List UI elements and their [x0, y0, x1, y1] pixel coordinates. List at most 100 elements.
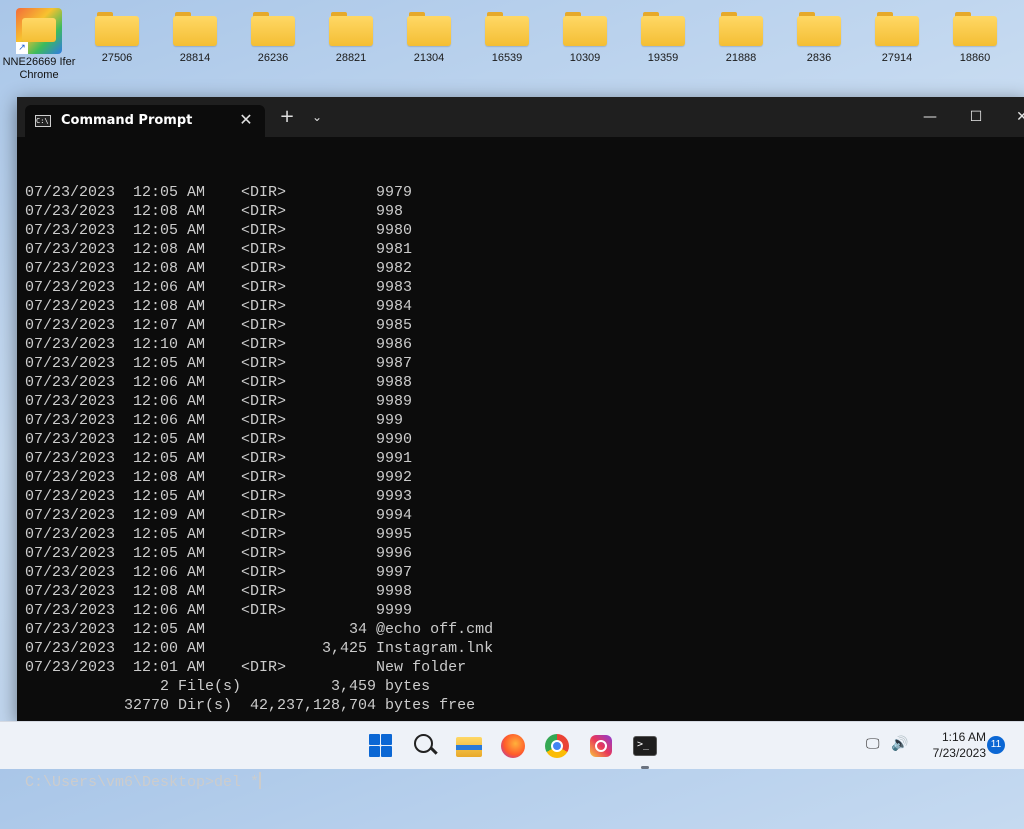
- folder-icon: [719, 12, 763, 46]
- folder-label: 16539: [491, 52, 523, 64]
- console-line: 07/23/2023 12:05 AM <DIR> 9987: [25, 355, 413, 372]
- firefox-button[interactable]: [498, 731, 528, 761]
- folder-icon: [485, 12, 529, 46]
- console-line: 07/23/2023 12:06 AM <DIR> 9997: [25, 564, 413, 581]
- desktop-folder[interactable]: 27914: [860, 6, 934, 64]
- start-button[interactable]: [366, 731, 396, 761]
- console-line: 07/23/2023 12:05 AM 34 @echo off.cmd: [25, 621, 494, 638]
- console-line: 2 File(s) 3,459 bytes: [25, 678, 431, 695]
- folder-label: 10309: [569, 52, 601, 64]
- search-button[interactable]: [410, 731, 440, 761]
- terminal-icon: >_: [633, 736, 657, 756]
- close-window-button[interactable]: ✕: [999, 103, 1024, 131]
- console-line: 07/23/2023 12:01 AM <DIR> New folder: [25, 659, 467, 676]
- notification-badge[interactable]: 11: [987, 736, 1005, 754]
- chrome-shortcut[interactable]: ↗ NNE26669 Ifer Chrome: [2, 6, 76, 82]
- tab-command-prompt[interactable]: C:\ Command Prompt ✕: [25, 105, 265, 137]
- chrome-icon: [545, 734, 569, 758]
- folder-label: 19359: [647, 52, 679, 64]
- desktop-folder[interactable]: 26236: [236, 6, 310, 64]
- console-line: 07/23/2023 12:05 AM <DIR> 9979: [25, 184, 413, 201]
- console-line: 07/23/2023 12:06 AM <DIR> 9983: [25, 279, 413, 296]
- desktop-icons: ↗ NNE26669 Ifer Chrome 27506 28814 26236…: [0, 0, 1024, 96]
- instagram-icon: [590, 735, 612, 757]
- folder-label: 27506: [101, 52, 133, 64]
- console-line: 32770 Dir(s) 42,237,128,704 bytes free: [25, 697, 476, 714]
- console-line: 07/23/2023 12:08 AM <DIR> 9998: [25, 583, 413, 600]
- maximize-button[interactable]: ☐: [953, 103, 999, 131]
- folder-icon: [251, 12, 295, 46]
- folder-label: 2836: [806, 52, 832, 64]
- folder-label: 21888: [725, 52, 757, 64]
- desktop-folder[interactable]: 28821: [314, 6, 388, 64]
- taskbar: >_ 🖵 🔊 1:16 AM 7/23/2023 11: [0, 721, 1024, 769]
- console-lines: 07/23/2023 12:05 AM <DIR> 9979 07/23/2023…: [25, 183, 1015, 715]
- desktop-folder[interactable]: 27506: [80, 6, 154, 64]
- clock[interactable]: 1:16 AM 7/23/2023: [916, 729, 986, 761]
- console-line: 07/23/2023 12:07 AM <DIR> 9985: [25, 317, 413, 334]
- console-output[interactable]: 07/23/2023 12:05 AM <DIR> 9979 07/23/2023…: [25, 145, 1015, 791]
- shortcut-arrow-icon: ↗: [16, 42, 28, 54]
- console-line: 07/23/2023 12:08 AM <DIR> 9982: [25, 260, 413, 277]
- desktop-folder[interactable]: 19359: [626, 6, 700, 64]
- folder-icon: [95, 12, 139, 46]
- command-prompt-window: C:\ Command Prompt ✕ + ⌄ — ☐ ✕ 07/23/202…: [17, 97, 1024, 791]
- folder-icon: [329, 12, 373, 46]
- tab-dropdown-button[interactable]: ⌄: [305, 105, 329, 129]
- text-cursor: [259, 772, 262, 789]
- console-line: 07/23/2023 12:08 AM <DIR> 998: [25, 203, 404, 220]
- terminal-button[interactable]: >_: [630, 731, 660, 769]
- command-line[interactable]: C:\Users\vm6\Desktop>del *: [25, 772, 1015, 791]
- folder-icon: [953, 12, 997, 46]
- clock-time: 1:16 AM: [941, 730, 986, 744]
- folder-icon: [563, 12, 607, 46]
- console-line: 07/23/2023 12:10 AM <DIR> 9986: [25, 336, 413, 353]
- clock-date: 7/23/2023: [932, 746, 986, 760]
- folder-icon: [407, 12, 451, 46]
- new-tab-button[interactable]: +: [275, 105, 299, 129]
- chrome-shortcut-icon: ↗: [16, 8, 62, 54]
- console-line: 07/23/2023 12:06 AM <DIR> 9999: [25, 602, 413, 619]
- console-line: 07/23/2023 12:06 AM <DIR> 9989: [25, 393, 413, 410]
- firefox-icon: [501, 734, 525, 758]
- folder-icon: [173, 12, 217, 46]
- folder-label: 21304: [413, 52, 445, 64]
- command-prompt-text: C:\Users\vm6\Desktop>del *: [25, 774, 260, 791]
- desktop-folder[interactable]: 10309: [548, 6, 622, 64]
- volume-icon[interactable]: 🔊: [891, 736, 909, 754]
- folder-icon: [797, 12, 841, 46]
- desktop-folder[interactable]: 21304: [392, 6, 466, 64]
- folder-label: 27914: [881, 52, 913, 64]
- console-line: 07/23/2023 12:05 AM <DIR> 9993: [25, 488, 413, 505]
- console-line: 07/23/2023 12:09 AM <DIR> 9994: [25, 507, 413, 524]
- tab-title: Command Prompt: [61, 113, 193, 128]
- desktop-folder[interactable]: 18860: [938, 6, 1012, 64]
- desktop-folder[interactable]: 16539: [470, 6, 544, 64]
- folder-label: 28821: [335, 52, 367, 64]
- console-line: 07/23/2023 12:06 AM <DIR> 9988: [25, 374, 413, 391]
- console-line: 07/23/2023 12:00 AM 3,425 Instagram.lnk: [25, 640, 494, 657]
- console-line: 07/23/2023 12:08 AM <DIR> 9984: [25, 298, 413, 315]
- console-line: 07/23/2023 12:05 AM <DIR> 9990: [25, 431, 413, 448]
- console-line: 07/23/2023 12:05 AM <DIR> 9991: [25, 450, 413, 467]
- title-bar[interactable]: C:\ Command Prompt ✕ + ⌄ — ☐ ✕: [17, 97, 1024, 137]
- desktop-folder[interactable]: 2836: [782, 6, 856, 64]
- network-icon[interactable]: 🖵: [866, 736, 884, 754]
- console-line: 07/23/2023 12:08 AM <DIR> 9981: [25, 241, 413, 258]
- folder-icon: [875, 12, 919, 46]
- desktop-folder[interactable]: 28814: [158, 6, 232, 64]
- command-prompt-icon: C:\: [35, 115, 51, 127]
- file-explorer-button[interactable]: [454, 731, 484, 761]
- desktop-folder[interactable]: 21888: [704, 6, 778, 64]
- chrome-button[interactable]: [542, 731, 572, 761]
- folder-label: 28814: [179, 52, 211, 64]
- instagram-button[interactable]: [586, 731, 616, 761]
- console-line: 07/23/2023 12:08 AM <DIR> 9992: [25, 469, 413, 486]
- console-line: 07/23/2023 12:05 AM <DIR> 9980: [25, 222, 413, 239]
- folder-label: 26236: [257, 52, 289, 64]
- close-tab-button[interactable]: ✕: [235, 109, 257, 131]
- console-line: 07/23/2023 12:06 AM <DIR> 999: [25, 412, 404, 429]
- minimize-button[interactable]: —: [907, 103, 953, 131]
- folder-icon: [641, 12, 685, 46]
- chrome-shortcut-label: NNE26669 Ifer Chrome: [2, 56, 76, 81]
